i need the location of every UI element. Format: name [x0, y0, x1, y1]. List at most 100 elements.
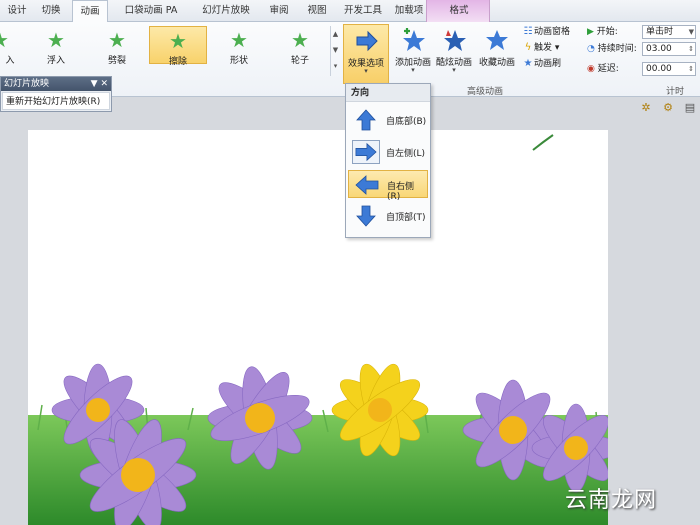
- sparkle-icon[interactable]: ✲: [638, 100, 654, 116]
- trigger-label: 触发: [534, 43, 553, 53]
- chevron-down-icon: ▼: [688, 28, 694, 36]
- duration-field[interactable]: 03.00 ⇕: [642, 42, 696, 56]
- option-from-right[interactable]: 自右侧(R): [348, 170, 428, 202]
- delay-field[interactable]: 00.00 ⇕: [642, 62, 696, 76]
- tab-animations[interactable]: 动画: [72, 0, 108, 23]
- flower-grass-image: [28, 134, 608, 525]
- favorite-animation-icon: [486, 30, 508, 50]
- slide-canvas[interactable]: [28, 130, 608, 525]
- option-label: 自右侧(R): [387, 182, 415, 202]
- gallery-item-split[interactable]: ★ 劈裂: [89, 26, 145, 66]
- delay-label: 延迟:: [597, 64, 619, 74]
- animation-pane-icon: ☷: [523, 26, 533, 37]
- close-icon[interactable]: ✕: [100, 79, 108, 89]
- tab-design[interactable]: 设计: [2, 0, 32, 22]
- tab-addins[interactable]: 加载项: [392, 0, 426, 22]
- restart-slideshow-item[interactable]: 重新开始幻灯片放映(R): [2, 92, 110, 110]
- ribbon-tab-bar: 设计 切换 动画 口袋动画 PA 幻灯片放映 审阅 视图 开发工具 加载项 格式: [0, 0, 700, 23]
- gear-icon[interactable]: ⚙: [660, 100, 676, 116]
- group-label-advanced: 高级动画: [466, 87, 503, 97]
- chevron-up-icon[interactable]: ▲: [331, 26, 340, 42]
- duration-value: 03.00: [646, 44, 672, 54]
- delay-icon: ◉: [587, 64, 595, 74]
- favorite-animation-button[interactable]: 收藏动画: [474, 24, 520, 84]
- cool-animation-button[interactable]: 酷炫动画 ▾: [431, 24, 477, 84]
- chevron-down-icon: ▾: [554, 43, 560, 53]
- arrow-left-icon: [355, 175, 379, 195]
- timing-delay-row: ◉ 延迟: 00.00 ⇕: [587, 62, 696, 77]
- spinner-icon[interactable]: ⇕: [688, 63, 694, 75]
- chevron-down-icon: ▾: [364, 67, 368, 75]
- tab-developer[interactable]: 开发工具: [340, 0, 386, 22]
- pane-icon[interactable]: ▤: [682, 100, 698, 116]
- option-label: 自左侧(L): [386, 149, 426, 159]
- spinner-icon[interactable]: ⇕: [688, 43, 694, 55]
- arrow-up-icon: [356, 109, 376, 131]
- group-label-timing: 计时: [665, 87, 684, 97]
- tab-review[interactable]: 审阅: [264, 0, 294, 22]
- star-icon: ★: [108, 28, 126, 52]
- option-from-top[interactable]: 自顶部(T): [348, 202, 428, 230]
- star-icon: ★: [230, 28, 248, 52]
- expand-gallery-icon[interactable]: ▾: [331, 58, 340, 74]
- animation-painter-label: 动画刷: [534, 59, 562, 69]
- chevron-down-icon[interactable]: ▼: [331, 42, 340, 58]
- context-tab-group: 格式: [426, 0, 490, 22]
- gallery-item-wipe[interactable]: ★ 擦除: [149, 26, 207, 67]
- delay-value: 00.00: [646, 64, 672, 74]
- gallery-item-0[interactable]: ★ 入: [0, 26, 28, 66]
- play-icon: ▶: [587, 27, 594, 37]
- cool-animation-icon: [444, 30, 466, 51]
- add-animation-button[interactable]: 添加动画 ▾: [390, 24, 436, 84]
- tab-format[interactable]: 格式: [427, 0, 491, 22]
- start-label: 开始:: [596, 27, 618, 37]
- star-icon: ★: [0, 29, 11, 51]
- gallery-item-float-in[interactable]: ★ 浮入: [28, 26, 84, 66]
- start-value: 单击时: [646, 27, 674, 37]
- animation-pane-button[interactable]: ☷ 动画窗格: [522, 25, 571, 39]
- favorite-animation-label: 收藏动画: [478, 58, 515, 68]
- animation-pane-label: 动画窗格: [534, 27, 571, 37]
- arrow-down-icon: [356, 205, 376, 227]
- tab-transitions[interactable]: 切换: [36, 0, 66, 22]
- tab-pocket-animation[interactable]: 口袋动画 PA: [116, 0, 186, 22]
- option-from-left[interactable]: 自左侧(L): [348, 138, 428, 166]
- slideshow-pane-header: 幻灯片放映 ▼ ✕: [1, 77, 111, 91]
- slideshow-pane-title: 幻灯片放映: [4, 79, 50, 89]
- gallery-label: 浮入: [46, 56, 65, 66]
- timing-duration-row: ◔ 持续时间: 03.00 ⇕: [587, 42, 696, 57]
- chevron-down-icon: ▾: [411, 66, 415, 74]
- duration-label: 持续时间:: [597, 44, 637, 54]
- tab-view[interactable]: 视图: [302, 0, 332, 22]
- star-icon: ★: [169, 29, 187, 53]
- effect-options-dropdown: 方向 自底部(B) 自左侧(L) 自右侧(R) 自顶部(T): [345, 83, 431, 238]
- gallery-item-wheel[interactable]: ★ 轮子: [272, 26, 328, 66]
- dropdown-header: 方向: [346, 84, 430, 102]
- gallery-label: 擦除: [168, 57, 187, 67]
- animation-painter-button[interactable]: ★ 动画刷: [522, 57, 562, 71]
- gallery-item-shape[interactable]: ★ 形状: [211, 26, 267, 66]
- arrow-right-icon: [352, 140, 380, 164]
- start-select[interactable]: 单击时 ▼: [642, 25, 696, 39]
- timing-start-row: ▶ 开始: 单击时 ▼: [587, 25, 696, 40]
- mini-toolbar: ✲ ⚙ ▤: [630, 100, 700, 118]
- effect-options-button[interactable]: 效果选项 ▾: [343, 24, 389, 84]
- watermark-text: 云南龙网: [565, 488, 658, 513]
- gallery-label: 形状: [229, 56, 248, 66]
- gallery-scroll[interactable]: ▲ ▼ ▾: [330, 26, 340, 76]
- star-icon: ★: [47, 28, 65, 52]
- option-from-bottom[interactable]: 自底部(B): [348, 106, 428, 134]
- lightning-icon: ϟ: [524, 42, 532, 53]
- gallery-label: 入: [5, 56, 15, 66]
- option-label: 自底部(B): [386, 117, 427, 127]
- tab-slideshow[interactable]: 幻灯片放映: [198, 0, 254, 22]
- gallery-label: 劈裂: [107, 56, 126, 66]
- trigger-button[interactable]: ϟ 触发 ▾: [522, 41, 560, 55]
- clock-icon: ◔: [587, 44, 595, 54]
- option-label: 自顶部(T): [386, 213, 426, 223]
- chevron-down-icon: ▾: [452, 66, 456, 74]
- arrow-right-icon: [356, 30, 378, 52]
- slideshow-pane: 幻灯片放映 ▼ ✕ 重新开始幻灯片放映(R): [0, 76, 112, 112]
- gallery-label: 轮子: [290, 56, 309, 66]
- chevron-down-icon[interactable]: ▼: [91, 79, 98, 89]
